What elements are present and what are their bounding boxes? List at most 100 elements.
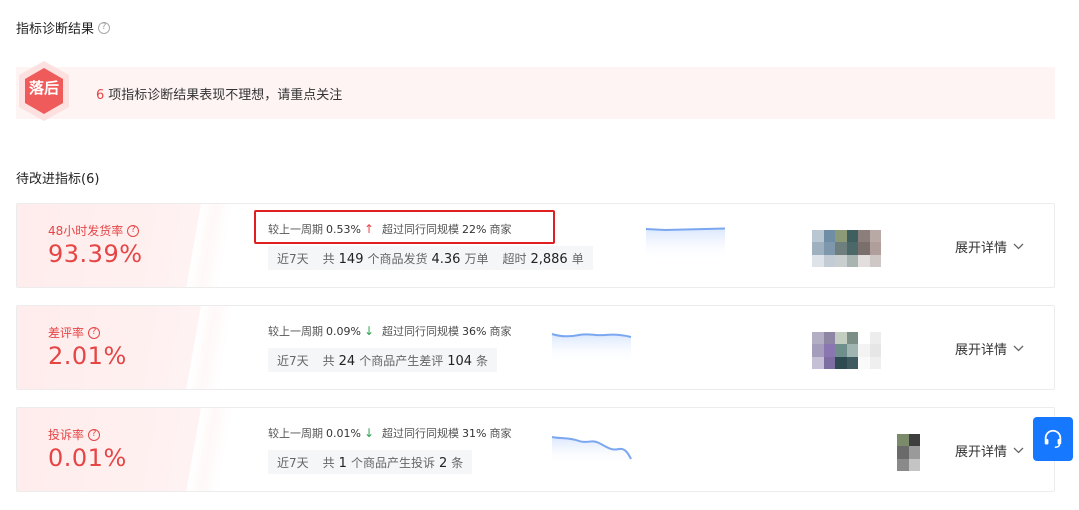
period-label: 近7天 bbox=[277, 455, 309, 470]
metric-value: 2.01% bbox=[48, 342, 127, 370]
metric-summary: 投诉率 ? 0.01% bbox=[17, 408, 257, 491]
stat-value: 4.36 bbox=[431, 251, 461, 267]
metric-name-text: 48小时发货率 bbox=[48, 224, 124, 238]
diagnosis-alert-banner: 落后 6 项指标诊断结果表现不理想，请重点关注 bbox=[16, 61, 1055, 121]
metric-name: 48小时发货率 ? bbox=[48, 222, 140, 239]
compare-value: 0.01% bbox=[326, 426, 361, 440]
peer-value: 22% bbox=[462, 222, 487, 236]
metric-compare: 较上一周期 0.09% ↓ 超过同行同规模 36% 商家 bbox=[268, 323, 511, 339]
stat-suffix: 单 bbox=[571, 251, 584, 266]
customer-service-button[interactable] bbox=[1033, 417, 1073, 461]
expand-label: 展开详情 bbox=[955, 445, 1008, 460]
metric-name-text: 投诉率 bbox=[48, 428, 85, 442]
expand-details-button[interactable]: 展开详情 bbox=[955, 237, 1024, 256]
stat-prefix: 共 bbox=[322, 251, 335, 266]
compare-value: 0.09% bbox=[326, 324, 361, 338]
product-thumbnail[interactable] bbox=[835, 332, 858, 369]
stat-suffix: 万单 bbox=[464, 251, 489, 266]
product-thumbnail[interactable] bbox=[858, 230, 881, 267]
stat-suffix: 个商品产生差评 bbox=[359, 353, 444, 368]
question-circle-icon[interactable]: ? bbox=[98, 21, 111, 34]
product-thumbnails[interactable] bbox=[897, 434, 920, 471]
metric-stats: 近7天 共 1 个商品产生投诉 2 条 bbox=[268, 450, 473, 474]
stat-suffix: 个商品产生投诉 bbox=[350, 455, 435, 470]
stat-value: 24 bbox=[338, 353, 356, 369]
product-thumbnail[interactable] bbox=[812, 332, 835, 369]
metric-value: 93.39% bbox=[48, 240, 143, 268]
peer-unit: 商家 bbox=[489, 223, 512, 236]
chevron-down-icon bbox=[1013, 240, 1024, 253]
metric-stats: 近7天 共 149 个商品发货 4.36 万单 超时 2,886 单 bbox=[268, 246, 593, 270]
metric-name-text: 差评率 bbox=[48, 326, 85, 340]
stat-value: 2,886 bbox=[530, 251, 568, 267]
stat-value: 1 bbox=[338, 455, 347, 471]
metric-card-complaint-rate: 投诉率 ? 0.01% 较上一周期 0.01% ↓ 超过同行同规模 31% 商家… bbox=[16, 407, 1055, 492]
stat-products: 共 1 个商品产生投诉 2 条 bbox=[323, 454, 464, 471]
lagging-badge: 落后 bbox=[16, 59, 72, 123]
stat-suffix: 条 bbox=[451, 455, 464, 470]
metric-card-negative-review-rate: 差评率 ? 2.01% 较上一周期 0.09% ↓ 超过同行同规模 36% 商家… bbox=[16, 305, 1055, 390]
question-circle-icon[interactable]: ? bbox=[127, 224, 140, 237]
product-thumbnail[interactable] bbox=[897, 434, 920, 471]
stat-prefix: 共 bbox=[322, 353, 335, 368]
peer-label: 超过同行同规模 bbox=[382, 223, 460, 236]
headset-icon bbox=[1044, 429, 1062, 448]
question-circle-icon[interactable]: ? bbox=[88, 326, 101, 339]
stat-prefix: 共 bbox=[322, 455, 335, 470]
expand-label: 展开详情 bbox=[955, 343, 1008, 358]
compare-label: 较上一周期 bbox=[268, 427, 323, 440]
metric-card-shipping-rate: 48小时发货率 ? 93.39% 较上一周期 0.53% ↑ 超过同行同规模 2… bbox=[16, 203, 1055, 288]
alert-text: 项指标诊断结果表现不理想，请重点关注 bbox=[108, 88, 343, 103]
peer-value: 31% bbox=[462, 426, 487, 440]
metric-name: 投诉率 ? bbox=[48, 426, 101, 443]
stat-suffix: 个商品发货 bbox=[367, 251, 428, 266]
metric-value: 0.01% bbox=[48, 444, 127, 472]
compare-value: 0.53% bbox=[326, 222, 361, 236]
chevron-down-icon bbox=[1013, 444, 1024, 457]
arrow-up-icon: ↑ bbox=[363, 222, 375, 236]
metric-summary: 48小时发货率 ? 93.39% bbox=[17, 204, 257, 287]
period-label: 近7天 bbox=[277, 251, 309, 266]
compare-label: 较上一周期 bbox=[268, 325, 323, 338]
peer-label: 超过同行同规模 bbox=[382, 325, 460, 338]
stat-timeout: 超时 2,886 单 bbox=[502, 250, 583, 267]
expand-details-button[interactable]: 展开详情 bbox=[955, 441, 1024, 460]
chevron-down-icon bbox=[1013, 342, 1024, 355]
metric-stats: 近7天 共 24 个商品产生差评 104 条 bbox=[268, 348, 498, 372]
stat-products: 共 149 个商品发货 4.36 万单 bbox=[323, 250, 489, 267]
badge-label: 落后 bbox=[28, 79, 59, 97]
peer-unit: 商家 bbox=[489, 325, 512, 338]
stat-value: 2 bbox=[438, 455, 448, 471]
stat-prefix: 超时 bbox=[502, 251, 527, 266]
alert-count: 6 bbox=[96, 88, 105, 103]
arrow-down-icon: ↓ bbox=[363, 324, 375, 338]
question-circle-icon[interactable]: ? bbox=[88, 428, 101, 441]
stat-value: 149 bbox=[338, 251, 364, 267]
product-thumbnails[interactable] bbox=[812, 230, 881, 267]
trend-sparkline bbox=[645, 227, 726, 261]
compare-label: 较上一周期 bbox=[268, 223, 323, 236]
alert-message: 6 项指标诊断结果表现不理想，请重点关注 bbox=[96, 84, 342, 103]
peer-value: 36% bbox=[462, 324, 487, 338]
trend-sparkline bbox=[551, 333, 632, 363]
metric-compare: 较上一周期 0.01% ↓ 超过同行同规模 31% 商家 bbox=[268, 425, 511, 441]
diagnosis-title: 指标诊断结果 ? bbox=[16, 18, 111, 37]
product-thumbnail[interactable] bbox=[835, 230, 858, 267]
improve-section-title: 待改进指标(6) bbox=[16, 172, 100, 187]
peer-unit: 商家 bbox=[489, 427, 512, 440]
metric-summary: 差评率 ? 2.01% bbox=[17, 306, 257, 389]
product-thumbnails[interactable] bbox=[812, 332, 881, 369]
diagnosis-title-text: 指标诊断结果 bbox=[16, 22, 95, 37]
expand-details-button[interactable]: 展开详情 bbox=[955, 339, 1024, 358]
metric-compare: 较上一周期 0.53% ↑ 超过同行同规模 22% 商家 bbox=[268, 221, 511, 237]
expand-label: 展开详情 bbox=[955, 241, 1008, 256]
stat-products: 共 24 个商品产生差评 104 条 bbox=[323, 352, 488, 369]
period-label: 近7天 bbox=[277, 353, 309, 368]
stat-value: 104 bbox=[447, 353, 473, 369]
trend-sparkline bbox=[551, 436, 632, 465]
product-thumbnail[interactable] bbox=[812, 230, 835, 267]
arrow-down-icon: ↓ bbox=[363, 426, 375, 440]
metric-name: 差评率 ? bbox=[48, 324, 101, 341]
product-thumbnail[interactable] bbox=[858, 332, 881, 369]
stat-suffix: 条 bbox=[476, 353, 489, 368]
